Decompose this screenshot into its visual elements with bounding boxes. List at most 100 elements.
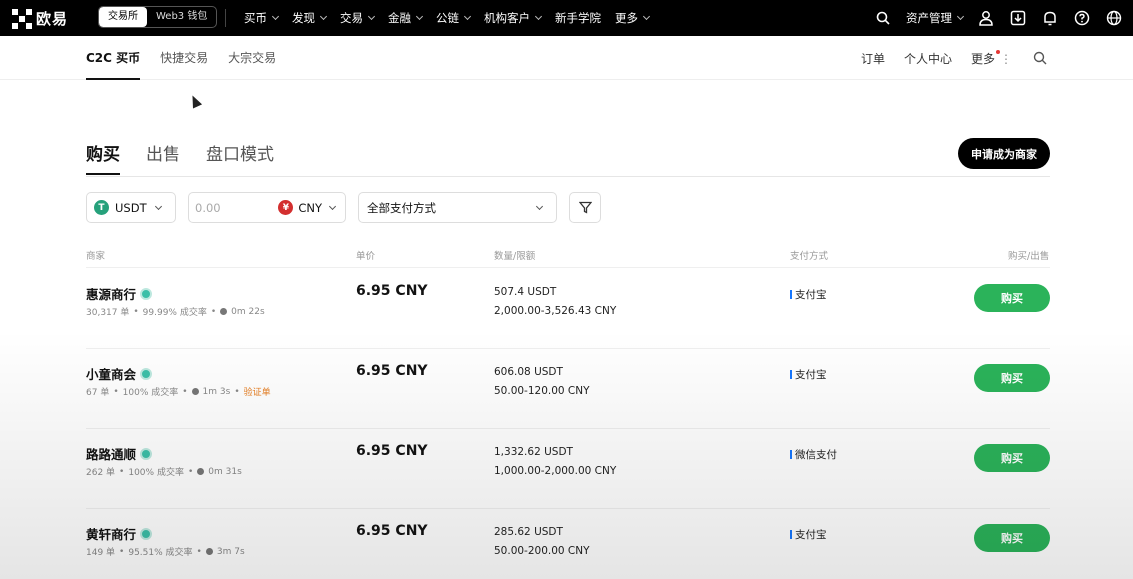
payment-marker-icon (790, 370, 792, 379)
filter-button[interactable] (569, 192, 601, 223)
merchant-stats: 149 单 • 95.51% 成交率 • 3m 7s (86, 546, 245, 559)
chevron-down-icon (271, 12, 280, 21)
header-action: 购买/出售 (1008, 251, 1050, 262)
chevron-down-icon (367, 12, 376, 21)
exchange-wallet-switch: 交易所 Web3 钱包 (98, 6, 218, 28)
nav-more[interactable]: 更多 (615, 10, 651, 26)
unit-price: 6.95 CNY (356, 523, 428, 539)
payment-method: 支付宝 (790, 367, 827, 382)
available-quantity: 606.08 USDT (494, 366, 563, 378)
order-limit: 50.00-200.00 CNY (494, 545, 590, 557)
table-row: 小童商会 67 单 • 100% 成交率 • 1m 3s • 验证单 6.95 CNY 60… (0, 348, 1133, 428)
verified-badge-icon (140, 287, 153, 300)
merchant-name[interactable]: 小童商会 (86, 364, 153, 383)
main-nav: 买币 发现 交易 金融 公链 机构客户 新手学院 更多 (244, 0, 651, 36)
clock-icon (191, 388, 199, 395)
more-menu[interactable]: 更多 ⋮ (971, 49, 1012, 67)
nav-chain[interactable]: 公链 (436, 10, 472, 26)
buy-button[interactable]: 购买 (974, 284, 1050, 312)
available-quantity: 507.4 USDT (494, 286, 557, 298)
mouse-cursor-icon (187, 93, 203, 109)
tab-block-trade[interactable]: 大宗交易 (228, 36, 276, 80)
table-row: 黄轩商行 149 单 • 95.51% 成交率 • 3m 7s 6.95 CNY 285… (0, 508, 1133, 579)
bell-icon[interactable] (1041, 9, 1059, 27)
chevron-down-icon (534, 12, 543, 21)
merchant-name[interactable]: 路路通顺 (86, 444, 153, 463)
chevron-down-icon (415, 12, 424, 21)
nav-buy-crypto[interactable]: 买币 (244, 10, 280, 26)
trade-mode-tabs: 购买 出售 盘口模式 (86, 140, 274, 175)
c2c-right-links: 订单 个人中心 更多 ⋮ (861, 36, 1049, 80)
c2c-tabs: C2C 买币 快捷交易 大宗交易 (86, 36, 276, 80)
buy-button[interactable]: 购买 (974, 444, 1050, 472)
tabs-divider (86, 176, 1050, 177)
chevron-down-icon (956, 12, 965, 21)
c2c-subnav: C2C 买币 快捷交易 大宗交易 订单 个人中心 更多 ⋮ (0, 36, 1133, 80)
nav-academy[interactable]: 新手学院 (555, 10, 601, 26)
clock-icon (220, 308, 228, 315)
verified-badge-icon (140, 447, 153, 460)
chevron-down-icon (463, 12, 472, 21)
user-icon[interactable] (977, 9, 995, 27)
okx-logo[interactable]: 欧易 (12, 8, 68, 29)
payment-method: 支付宝 (790, 527, 827, 542)
payment-method: 支付宝 (790, 287, 827, 302)
coin-select[interactable]: T USDT (86, 192, 176, 223)
merchant-stats: 30,317 单 • 99.99% 成交率 • 0m 22s (86, 306, 265, 319)
globe-icon[interactable] (1105, 9, 1123, 27)
fiat-select-value: CNY (298, 200, 322, 215)
asset-management-menu[interactable]: 资产管理 (906, 10, 965, 26)
buy-button[interactable]: 购买 (974, 524, 1050, 552)
search-icon[interactable] (874, 9, 892, 27)
payment-marker-icon (790, 530, 792, 539)
verified-badge-icon (140, 527, 153, 540)
logo-mark-icon (12, 8, 32, 29)
nav-trade[interactable]: 交易 (340, 10, 376, 26)
profile-center-link[interactable]: 个人中心 (904, 50, 952, 67)
unit-price: 6.95 CNY (356, 363, 428, 379)
order-limit: 50.00-120.00 CNY (494, 385, 590, 397)
chevron-down-icon (154, 202, 163, 210)
verification-tag: 验证单 (243, 388, 271, 398)
tab-buy[interactable]: 购买 (86, 140, 120, 175)
merchant-name[interactable]: 黄轩商行 (86, 524, 153, 543)
buy-button[interactable]: 购买 (974, 364, 1050, 392)
logo-text: 欧易 (36, 10, 69, 28)
search-icon[interactable] (1031, 49, 1049, 67)
funnel-icon (578, 201, 592, 214)
chevron-down-icon (535, 202, 544, 210)
verified-badge-icon (140, 367, 153, 380)
payment-method-value: 全部支付方式 (367, 200, 436, 215)
fiat-select[interactable]: ¥ CNY (278, 200, 337, 215)
become-merchant-button[interactable]: 申请成为商家 (958, 138, 1050, 169)
tab-express-trade[interactable]: 快捷交易 (160, 36, 208, 80)
help-icon[interactable] (1073, 9, 1091, 27)
amount-placeholder: 0.00 (195, 200, 221, 215)
payment-method-select[interactable]: 全部支付方式 (358, 192, 557, 223)
nav-finance[interactable]: 金融 (388, 10, 424, 26)
clock-icon (205, 548, 213, 555)
header-quantity-limit: 数量/限额 (494, 251, 536, 262)
amount-input[interactable]: 0.00 ¥ CNY (188, 192, 346, 223)
orders-link[interactable]: 订单 (861, 50, 885, 67)
usdt-coin-icon: T (94, 200, 109, 215)
table-row: 惠源商行 30,317 单 • 99.99% 成交率 • 0m 22s 6.95 CNY… (0, 268, 1133, 348)
header-merchant: 商家 (86, 251, 106, 262)
payment-method: 微信支付 (790, 447, 837, 462)
switch-exchange[interactable]: 交易所 (99, 7, 147, 27)
tab-orderbook-mode[interactable]: 盘口模式 (206, 140, 274, 172)
download-icon[interactable] (1009, 9, 1027, 27)
nav-institutional[interactable]: 机构客户 (484, 10, 543, 26)
cny-currency-icon: ¥ (278, 200, 294, 215)
available-quantity: 1,332.62 USDT (494, 446, 573, 458)
merchant-name[interactable]: 惠源商行 (86, 284, 153, 303)
chevron-down-icon (328, 202, 337, 210)
nav-discover[interactable]: 发现 (292, 10, 328, 26)
merchant-stats: 262 单 • 100% 成交率 • 0m 31s (86, 466, 242, 479)
header-payment: 支付方式 (790, 251, 829, 262)
tab-sell[interactable]: 出售 (146, 140, 180, 172)
tab-c2c-buy[interactable]: C2C 买币 (86, 36, 141, 80)
switch-web3-wallet[interactable]: Web3 钱包 (147, 7, 216, 27)
merchant-stats: 67 单 • 100% 成交率 • 1m 3s • 验证单 (86, 386, 271, 399)
clock-icon (197, 468, 205, 475)
